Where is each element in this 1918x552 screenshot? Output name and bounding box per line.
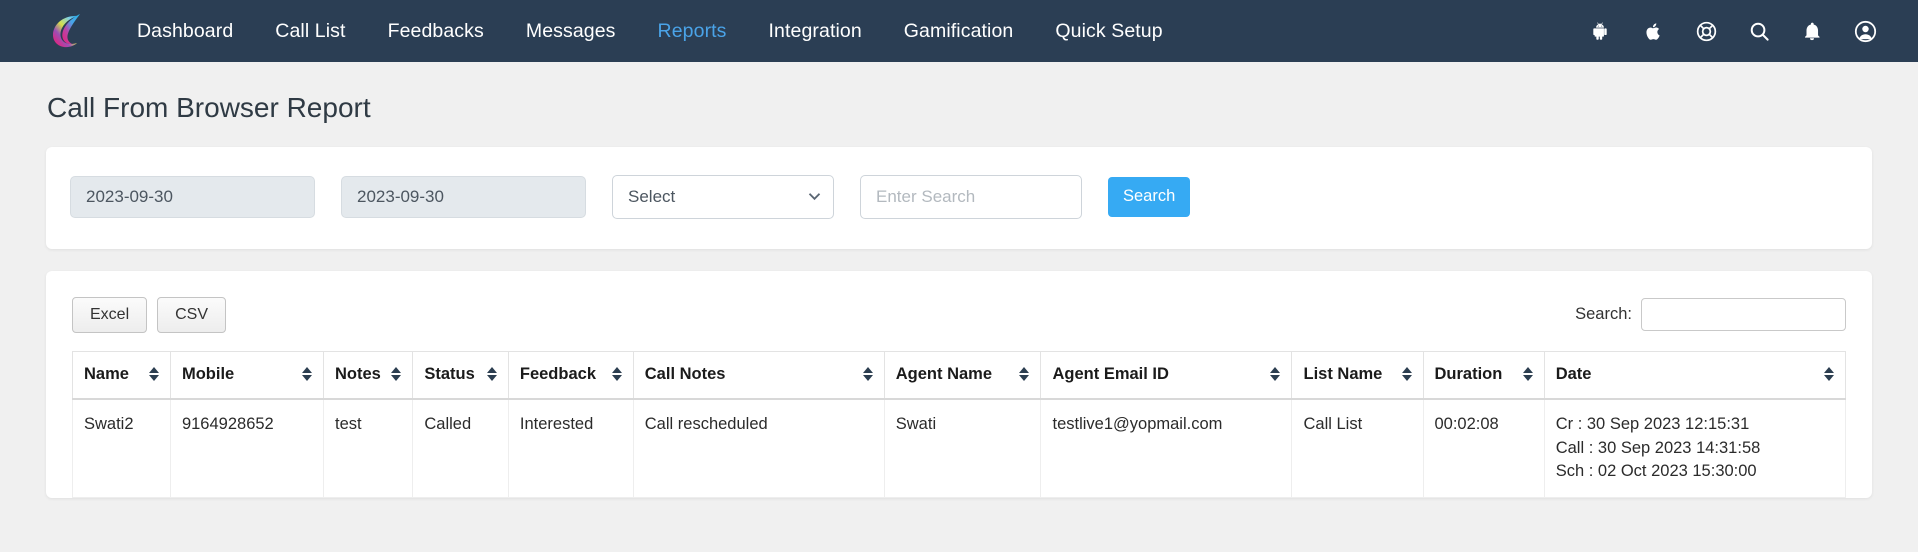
column-header-date-label: Date (1555, 364, 1592, 383)
column-header-mobile-label: Mobile (181, 364, 235, 383)
sort-arrows-icon (1019, 367, 1030, 382)
sort-arrows-icon (862, 367, 873, 382)
date-call: Call : 30 Sep 2023 14:31:58 (1555, 438, 1761, 457)
date-scheduled: Sch : 02 Oct 2023 15:30:00 (1555, 462, 1757, 481)
life-ring-support-icon[interactable] (1693, 18, 1719, 44)
nav-item-integration[interactable]: Integration (748, 20, 883, 43)
table-search-input[interactable] (1641, 298, 1846, 332)
column-header-name-label: Name (84, 364, 129, 383)
filter-row: Select Search (70, 174, 1848, 219)
nav-item-quick-setup[interactable]: Quick Setup (1034, 20, 1183, 43)
cell-agent-name: Swati (883, 398, 1042, 499)
logo-icon (53, 14, 80, 48)
nav-item-reports[interactable]: Reports (637, 20, 748, 43)
to-date-field-wrap (341, 175, 586, 218)
nav-item-gamification[interactable]: Gamification (883, 20, 1035, 43)
report-table-panel: Excel CSV Search: Name Mobile Notes Stat… (46, 270, 1872, 499)
sort-arrows-icon (486, 367, 497, 382)
export-buttons: Excel CSV (72, 296, 227, 333)
column-header-agent-name-label: Agent Name (895, 364, 993, 383)
apple-icon[interactable] (1640, 18, 1666, 44)
sort-arrows-icon (302, 367, 312, 382)
column-header-call-notes[interactable]: Call Notes (632, 350, 885, 400)
table-search-box: Search: (1575, 298, 1846, 332)
column-header-notes-label: Notes (335, 364, 381, 383)
column-header-agent-name[interactable]: Agent Name (883, 350, 1042, 400)
cell-date: Cr : 30 Sep 2023 12:15:31 Call : 30 Sep … (1543, 398, 1847, 499)
from-date-field-wrap (70, 175, 315, 218)
cell-mobile: 9164928652 (169, 398, 325, 499)
notification-bell-icon[interactable] (1799, 18, 1825, 44)
sort-arrows-icon (1401, 367, 1412, 382)
cell-name: Swati2 (72, 398, 171, 499)
company-swoosh-logo[interactable] (44, 8, 90, 54)
table-search-label: Search: (1575, 305, 1632, 324)
filter-panel: Select Search (46, 146, 1872, 249)
column-header-status-label: Status (424, 364, 475, 383)
column-header-status[interactable]: Status (412, 350, 509, 400)
page-title: Call From Browser Report (47, 92, 371, 123)
column-header-name[interactable]: Name (72, 350, 171, 400)
column-header-feedback-label: Feedback (519, 364, 596, 383)
page-container: Call From Browser Report Select Search (0, 91, 1918, 499)
column-header-list-name[interactable]: List Name (1291, 350, 1424, 400)
sort-arrows-icon (1824, 367, 1834, 382)
sort-arrows-icon (391, 367, 402, 382)
export-excel-button[interactable]: Excel (72, 296, 148, 333)
search-text-field-wrap (860, 174, 1082, 219)
column-header-notes[interactable]: Notes (322, 350, 414, 400)
cell-feedback: Interested (507, 398, 634, 499)
cell-agent-email: testlive1@yopmail.com (1040, 398, 1293, 499)
column-header-agent-email-label: Agent Email ID (1052, 364, 1169, 383)
nav-item-dashboard[interactable]: Dashboard (116, 20, 254, 43)
table-head: Name Mobile Notes Status Feedback Call N… (72, 350, 1847, 400)
table-toolbar: Excel CSV Search: (72, 293, 1846, 351)
nav-icon-group (1587, 18, 1886, 44)
sort-arrows-icon (148, 367, 159, 382)
date-created: Cr : 30 Sep 2023 12:15:31 (1555, 414, 1750, 433)
cell-status: Called (412, 398, 509, 499)
column-header-call-notes-label: Call Notes (644, 364, 726, 383)
search-input[interactable] (860, 174, 1082, 219)
column-header-feedback[interactable]: Feedback (507, 350, 634, 400)
cell-list-name: Call List (1291, 398, 1424, 499)
search-button[interactable]: Search (1108, 176, 1191, 217)
column-header-list-name-label: List Name (1303, 364, 1383, 383)
user-account-icon[interactable] (1852, 18, 1878, 44)
column-header-duration[interactable]: Duration (1422, 350, 1545, 400)
sort-arrows-icon (1522, 367, 1533, 382)
nav-links: Dashboard Call List Feedbacks Messages R… (116, 20, 1184, 43)
cell-call-notes: Call rescheduled (632, 398, 885, 499)
top-navigation-bar: Dashboard Call List Feedbacks Messages R… (0, 0, 1918, 62)
column-header-mobile[interactable]: Mobile (169, 350, 325, 400)
nav-item-call-list[interactable]: Call List (254, 20, 366, 43)
from-date-input[interactable] (70, 175, 315, 218)
android-icon[interactable] (1587, 18, 1613, 44)
cell-duration: 00:02:08 (1422, 398, 1545, 499)
cell-notes: test (322, 398, 414, 499)
column-header-date[interactable]: Date (1543, 350, 1847, 400)
sort-arrows-icon (1270, 367, 1281, 382)
sort-arrows-icon (611, 367, 622, 382)
report-table: Name Mobile Notes Status Feedback Call N… (72, 350, 1847, 499)
search-icon[interactable] (1746, 18, 1772, 44)
nav-item-feedbacks[interactable]: Feedbacks (367, 20, 505, 43)
table-row[interactable]: Swati2 9164928652 test Called Interested… (72, 398, 1847, 499)
column-header-duration-label: Duration (1434, 364, 1503, 383)
column-header-agent-email[interactable]: Agent Email ID (1040, 350, 1293, 400)
table-body: Swati2 9164928652 test Called Interested… (72, 398, 1847, 499)
to-date-input[interactable] (341, 175, 586, 218)
filter-type-select[interactable]: Select (612, 174, 834, 219)
filter-select-wrap: Select (612, 174, 834, 219)
table-header-row: Name Mobile Notes Status Feedback Call N… (72, 350, 1847, 400)
nav-item-messages[interactable]: Messages (505, 20, 637, 43)
export-csv-button[interactable]: CSV (157, 296, 227, 333)
